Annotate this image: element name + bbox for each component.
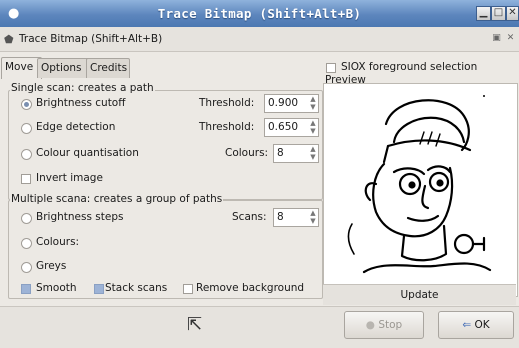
scans-count-spinner[interactable]: 8 ▲ ▼ xyxy=(273,208,319,227)
colours-radio[interactable] xyxy=(21,238,32,249)
trace-bitmap-icon: ⬟ xyxy=(4,33,14,46)
multiple-scans-title: Multiple scana: creates a group of paths xyxy=(10,193,224,205)
brightness-cutoff-radio[interactable] xyxy=(21,99,32,110)
smooth-checkbox[interactable] xyxy=(21,284,31,294)
spinner-arrows-icon[interactable]: ▲ ▼ xyxy=(309,119,317,136)
colour-quantisation-radio[interactable] xyxy=(21,149,32,160)
spinner-arrows-icon[interactable]: ▲ ▼ xyxy=(309,209,317,226)
colours-count-value: 8 xyxy=(277,147,284,159)
ok-label: OK xyxy=(474,319,490,331)
remove-background-checkbox[interactable] xyxy=(183,284,193,294)
edge-detection-label: Edge detection xyxy=(36,121,116,133)
stack-scans-label: Stack scans xyxy=(105,282,168,294)
ok-icon: ⇐ xyxy=(462,319,472,331)
tab-options[interactable]: Options xyxy=(37,58,90,78)
preview-image xyxy=(347,95,492,274)
tab-move[interactable]: Move xyxy=(1,57,42,79)
close-button[interactable]: ✕ xyxy=(506,6,519,21)
ok-button[interactable]: ⇐ OK xyxy=(438,311,514,339)
edge-threshold-spinner[interactable]: 0.650 ▲ ▼ xyxy=(264,118,319,137)
brightness-steps-radio[interactable] xyxy=(21,213,32,224)
invert-image-checkbox[interactable] xyxy=(21,174,31,184)
invert-image-label: Invert image xyxy=(36,172,103,184)
remove-background-label: Remove background xyxy=(196,282,305,294)
brightness-threshold-value: 0.900 xyxy=(268,97,299,109)
colours-count-spinner[interactable]: 8 ▲ ▼ xyxy=(273,144,319,163)
spinner-arrows-icon[interactable]: ▲ ▼ xyxy=(309,95,317,112)
scans-count-label: Scans: xyxy=(232,211,267,223)
stop-icon: ● xyxy=(365,319,375,331)
mouse-cursor-icon: ⇱ xyxy=(187,314,203,335)
window-titlebar[interactable]: ● Trace Bitmap (Shift+Alt+B) ▁ □ ✕ xyxy=(0,0,519,27)
siox-checkbox[interactable] xyxy=(326,63,336,73)
edge-threshold-label: Threshold: xyxy=(199,121,255,133)
smooth-label: Smooth xyxy=(36,282,77,294)
minimize-button[interactable]: ▁ xyxy=(476,6,491,21)
edge-detection-radio[interactable] xyxy=(21,123,32,134)
stack-scans-checkbox[interactable] xyxy=(94,284,104,294)
single-scan-title: Single scan: creates a path xyxy=(10,82,155,94)
stop-label: Stop xyxy=(378,319,403,331)
dock-title: Trace Bitmap (Shift+Alt+B) xyxy=(19,33,163,45)
brightness-threshold-label: Threshold: xyxy=(199,97,255,109)
brightness-threshold-spinner[interactable]: 0.900 ▲ ▼ xyxy=(264,94,319,113)
dock-header: ⬟ Trace Bitmap (Shift+Alt+B) ▣ ✕ xyxy=(0,27,519,52)
stop-button[interactable]: ● Stop xyxy=(344,311,424,339)
dock-iconify-icon[interactable]: ▣ xyxy=(491,33,502,44)
preview-pane xyxy=(323,83,518,297)
edge-threshold-value: 0.650 xyxy=(268,121,299,133)
spinner-arrows-icon[interactable]: ▲ ▼ xyxy=(309,145,317,162)
colours-label: Colours: xyxy=(36,236,80,248)
colours-count-label: Colours: xyxy=(225,147,269,159)
brightness-cutoff-label: Brightness cutoff xyxy=(36,97,126,109)
brightness-steps-label: Brightness steps xyxy=(36,211,124,223)
greys-label: Greys xyxy=(36,260,67,272)
window-title: Trace Bitmap (Shift+Alt+B) xyxy=(157,6,362,21)
update-button[interactable]: Update xyxy=(323,284,516,305)
maximize-button[interactable]: □ xyxy=(491,6,506,21)
scans-count-value: 8 xyxy=(277,211,284,223)
dock-close-icon[interactable]: ✕ xyxy=(505,33,516,44)
tab-credits[interactable]: Credits xyxy=(86,58,130,78)
greys-radio[interactable] xyxy=(21,262,32,273)
colour-quantisation-label: Colour quantisation xyxy=(36,147,139,159)
siox-label: SIOX foreground selection xyxy=(341,61,478,73)
